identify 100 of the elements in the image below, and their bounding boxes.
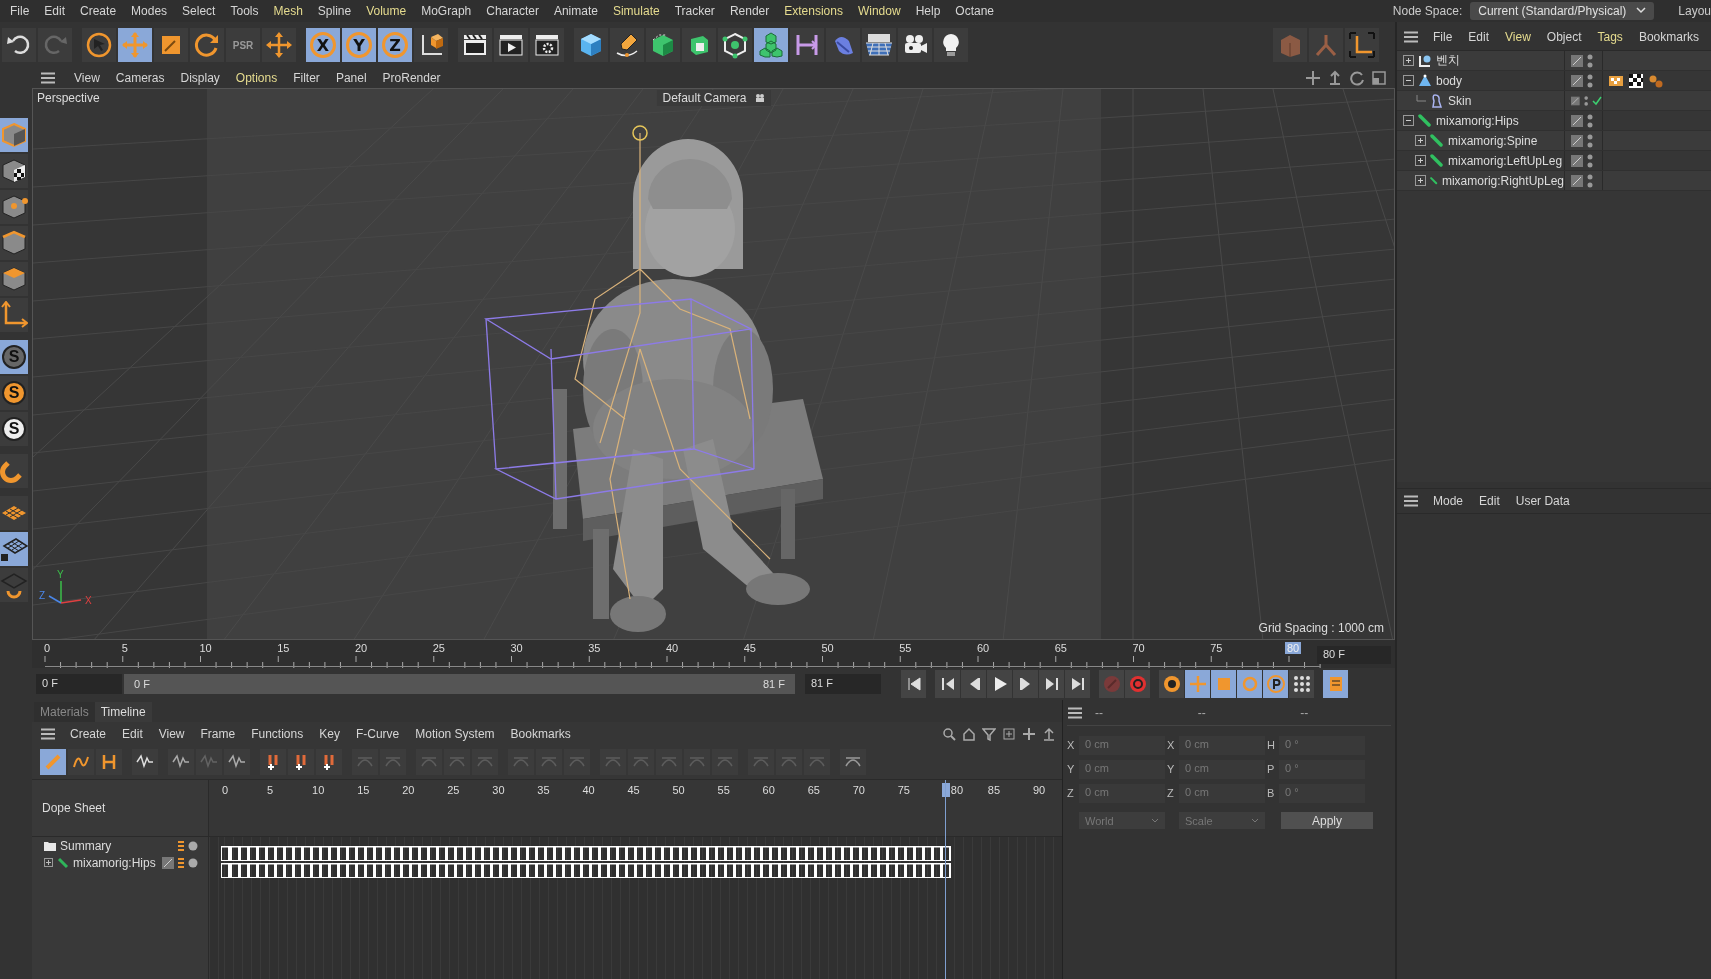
tool-button[interactable] <box>0 190 28 224</box>
menu-item[interactable]: Cameras <box>107 71 173 85</box>
menu-item[interactable]: Tags <box>1589 30 1631 44</box>
playback-button[interactable] <box>987 670 1012 698</box>
timeline-tool-button[interactable] <box>288 749 314 775</box>
menu-item[interactable]: Help <box>909 4 950 18</box>
menu-item[interactable]: Octane <box>949 4 1003 18</box>
tool-button[interactable]: X <box>306 28 340 62</box>
menu-item[interactable]: Volume <box>360 4 416 18</box>
playback-button[interactable] <box>1289 670 1314 698</box>
timeline-tool-button[interactable] <box>260 749 286 775</box>
tool-button[interactable] <box>574 28 608 62</box>
tool-button[interactable] <box>0 262 28 296</box>
tool-button[interactable] <box>2 28 36 62</box>
menu-icon[interactable] <box>1067 706 1083 719</box>
menu-item[interactable]: Modes <box>125 4 177 18</box>
frame-range-slider[interactable]: 0 F 81 F <box>124 674 795 694</box>
playback-button[interactable] <box>1125 670 1150 698</box>
object-row[interactable]: 벤치 <box>1397 51 1711 71</box>
tool-button[interactable] <box>458 28 492 62</box>
menu-item[interactable]: Edit <box>1460 30 1498 44</box>
tool-button[interactable] <box>530 28 564 62</box>
current-frame-field[interactable]: 80 F <box>1317 646 1391 664</box>
menu-item[interactable]: MoGraph <box>415 4 481 18</box>
menu-icon[interactable] <box>1403 31 1419 43</box>
menu-item[interactable]: User Data <box>1507 494 1578 508</box>
track-row[interactable]: Summary <box>32 837 208 854</box>
menu-item[interactable]: Bookmarks <box>1630 30 1707 44</box>
menu-item[interactable]: File <box>1425 30 1461 44</box>
tool-button[interactable] <box>0 568 28 602</box>
menu-item[interactable]: Window <box>851 4 910 18</box>
menu-item[interactable]: Animate <box>547 4 607 18</box>
playback-button[interactable] <box>1159 670 1184 698</box>
menu-item[interactable]: Extensions <box>778 4 852 18</box>
keyframe-strip[interactable] <box>221 863 951 878</box>
tool-button[interactable] <box>82 28 116 62</box>
start-frame-field[interactable]: 0 F <box>36 674 122 694</box>
menu-item[interactable]: ProRender <box>374 71 449 85</box>
timeline-tool-button[interactable] <box>96 749 122 775</box>
menu-item[interactable]: Character <box>480 4 548 18</box>
menu-item[interactable]: Panel <box>327 71 375 85</box>
object-row[interactable]: mixamorig:Spine <box>1397 131 1711 151</box>
menu-item[interactable]: Options <box>227 71 286 85</box>
tool-button[interactable] <box>898 28 932 62</box>
menu-item[interactable]: Object <box>1538 30 1590 44</box>
track-row[interactable]: mixamorig:Hips <box>32 854 208 871</box>
menu-item[interactable]: Tools <box>224 4 268 18</box>
tool-button[interactable] <box>0 226 28 260</box>
tool-button[interactable] <box>862 28 896 62</box>
menu-item[interactable]: Motion System <box>407 726 503 741</box>
timeline-tool-button[interactable] <box>132 749 158 775</box>
menu-item[interactable]: Simulate <box>606 4 669 18</box>
tool-button[interactable] <box>610 28 644 62</box>
tool-button[interactable] <box>1345 28 1379 62</box>
timeline-tool-button[interactable] <box>68 749 94 775</box>
menu-item[interactable]: F-Curve <box>347 726 408 741</box>
tool-button[interactable] <box>934 28 968 62</box>
menu-item[interactable]: Mesh <box>267 4 312 18</box>
tool-button[interactable]: Y <box>342 28 376 62</box>
menu-item[interactable]: Display <box>172 71 228 85</box>
keyframe-strip[interactable] <box>221 846 951 861</box>
orbit-icon[interactable] <box>1349 70 1365 86</box>
tool-button[interactable]: PSR <box>226 28 260 62</box>
menu-item[interactable]: Spline <box>311 4 361 18</box>
menu-item[interactable]: Select <box>176 4 225 18</box>
menu-item[interactable]: Edit <box>114 726 151 741</box>
apply-button[interactable]: Apply <box>1281 812 1373 829</box>
playback-button[interactable] <box>935 670 960 698</box>
playback-button[interactable] <box>1263 670 1288 698</box>
tool-button[interactable]: S <box>0 412 28 446</box>
menu-icon[interactable] <box>40 727 56 740</box>
menu-item[interactable]: View <box>66 71 108 85</box>
menu-item[interactable]: View <box>150 726 193 741</box>
playback-button[interactable] <box>961 670 986 698</box>
tool-button[interactable] <box>414 28 448 62</box>
menu-item[interactable]: Edit <box>38 4 75 18</box>
timeline-tool-button[interactable] <box>224 749 250 775</box>
menu-item[interactable]: Key <box>311 726 348 741</box>
timeline-tool-button[interactable] <box>168 749 194 775</box>
tool-button[interactable] <box>494 28 528 62</box>
menu-item[interactable]: Frame <box>192 726 244 741</box>
menu-item[interactable]: View <box>1497 30 1539 44</box>
menu-item[interactable]: Bookmarks <box>502 726 579 741</box>
tool-button[interactable] <box>0 154 28 188</box>
menu-icon[interactable] <box>1403 495 1419 507</box>
pan-icon[interactable] <box>1305 70 1321 86</box>
menu-item[interactable]: Edit <box>1471 494 1508 508</box>
menu-item[interactable]: Tracker <box>668 4 724 18</box>
maximize-icon[interactable] <box>1371 70 1387 86</box>
node-space-dropdown[interactable]: Current (Standard/Physical) <box>1470 2 1655 20</box>
dolly-icon[interactable] <box>1327 70 1343 86</box>
playback-button[interactable] <box>1039 670 1064 698</box>
object-row[interactable]: Skin <box>1397 91 1711 111</box>
menu-item[interactable]: Mode <box>1425 494 1472 508</box>
object-row[interactable]: mixamorig:RightUpLeg <box>1397 171 1711 191</box>
tool-button[interactable] <box>718 28 752 62</box>
tool-button[interactable]: Z <box>378 28 412 62</box>
tool-button[interactable] <box>682 28 716 62</box>
panel-tab[interactable]: Materials <box>34 702 95 722</box>
menu-item[interactable]: Create <box>62 726 115 741</box>
